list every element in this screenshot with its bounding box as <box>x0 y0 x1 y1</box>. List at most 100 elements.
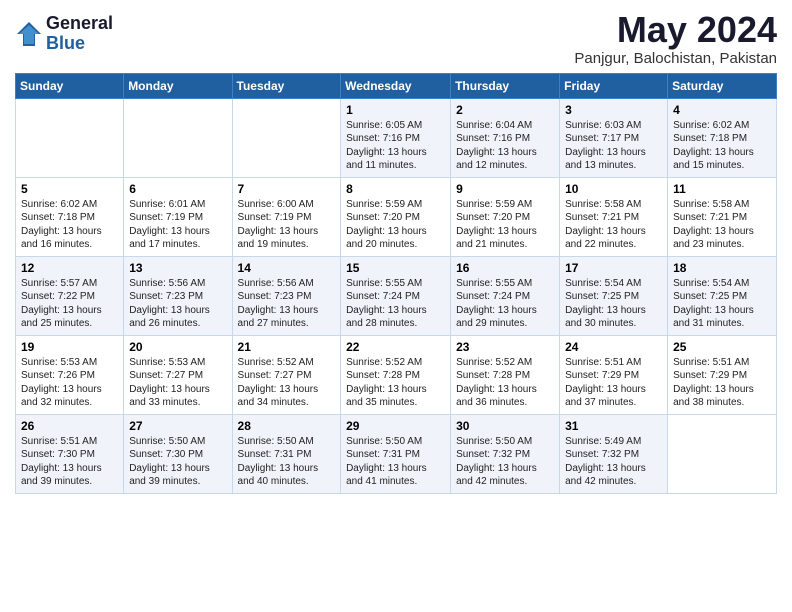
calendar-cell <box>124 98 232 177</box>
day-number: 29 <box>346 419 445 433</box>
calendar-cell: 30 Sunrise: 5:50 AM Sunset: 7:32 PM Dayli… <box>451 414 560 493</box>
calendar-cell: 25Sunrise: 5:51 AM Sunset: 7:29 PM Dayli… <box>668 335 777 414</box>
day-number: 14 <box>238 261 336 275</box>
calendar-cell: 6 Sunrise: 6:01 AM Sunset: 7:19 PM Daylig… <box>124 177 232 256</box>
cell-info: Sunrise: 6:01 AM Sunset: 7:19 PM Dayligh… <box>129 198 226 252</box>
calendar-body: 1Sunrise: 6:05 AM Sunset: 7:16 PM Daylig… <box>16 98 777 493</box>
calendar-cell: 21 Sunrise: 5:52 AM Sunset: 7:27 PM Dayli… <box>232 335 341 414</box>
calendar-cell: 7 Sunrise: 6:00 AM Sunset: 7:19 PM Daylig… <box>232 177 341 256</box>
day-number: 28 <box>238 419 336 433</box>
calendar-cell: 23Sunrise: 5:52 AM Sunset: 7:28 PM Dayli… <box>451 335 560 414</box>
day-number: 26 <box>21 419 118 433</box>
calendar-cell: 28Sunrise: 5:50 AM Sunset: 7:31 PM Dayli… <box>232 414 341 493</box>
cell-info: Sunrise: 5:52 AM Sunset: 7:27 PM Dayligh… <box>238 356 336 410</box>
cell-info: Sunrise: 5:50 AM Sunset: 7:32 PM Dayligh… <box>456 435 554 489</box>
cell-info: Sunrise: 5:56 AM Sunset: 7:23 PM Dayligh… <box>238 277 336 331</box>
month-title: May 2024 <box>574 10 777 50</box>
calendar-cell: 26 Sunrise: 5:51 AM Sunset: 7:30 PM Dayli… <box>16 414 124 493</box>
calendar-cell: 17 Sunrise: 5:54 AM Sunset: 7:25 PM Dayli… <box>560 256 668 335</box>
cell-info: Sunrise: 5:51 AM Sunset: 7:30 PM Dayligh… <box>21 435 118 489</box>
calendar-cell: 10 Sunrise: 5:58 AM Sunset: 7:21 PM Dayli… <box>560 177 668 256</box>
cell-info: Sunrise: 5:54 AM Sunset: 7:25 PM Dayligh… <box>565 277 662 331</box>
day-number: 6 <box>129 182 226 196</box>
day-number: 8 <box>346 182 445 196</box>
calendar-week-row: 26 Sunrise: 5:51 AM Sunset: 7:30 PM Dayli… <box>16 414 777 493</box>
day-number: 13 <box>129 261 226 275</box>
cell-info: Sunrise: 5:52 AM Sunset: 7:28 PM Dayligh… <box>346 356 445 410</box>
calendar-week-row: 19Sunrise: 5:53 AM Sunset: 7:26 PM Dayli… <box>16 335 777 414</box>
day-number: 30 <box>456 419 554 433</box>
calendar-cell <box>232 98 341 177</box>
page-header: General Blue May 2024 Panjgur, Balochist… <box>15 10 777 67</box>
cell-info: Sunrise: 6:00 AM Sunset: 7:19 PM Dayligh… <box>238 198 336 252</box>
cell-info: Sunrise: 5:53 AM Sunset: 7:27 PM Dayligh… <box>129 356 226 410</box>
calendar-cell: 14 Sunrise: 5:56 AM Sunset: 7:23 PM Dayli… <box>232 256 341 335</box>
calendar-cell: 22 Sunrise: 5:52 AM Sunset: 7:28 PM Dayli… <box>341 335 451 414</box>
cell-info: Sunrise: 5:59 AM Sunset: 7:20 PM Dayligh… <box>456 198 554 252</box>
logo-text: General Blue <box>46 14 113 54</box>
weekday-header-sunday: Sunday <box>16 73 124 98</box>
day-number: 20 <box>129 340 226 354</box>
day-number: 19 <box>21 340 118 354</box>
day-number: 21 <box>238 340 336 354</box>
logo-blue: Blue <box>46 34 113 54</box>
cell-info: Sunrise: 6:03 AM Sunset: 7:17 PM Dayligh… <box>565 119 662 173</box>
cell-info: Sunrise: 5:57 AM Sunset: 7:22 PM Dayligh… <box>21 277 118 331</box>
day-number: 4 <box>673 103 771 117</box>
day-number: 22 <box>346 340 445 354</box>
weekday-header-monday: Monday <box>124 73 232 98</box>
day-number: 23 <box>456 340 554 354</box>
cell-info: Sunrise: 6:02 AM Sunset: 7:18 PM Dayligh… <box>673 119 771 173</box>
cell-info: Sunrise: 6:05 AM Sunset: 7:16 PM Dayligh… <box>346 119 445 173</box>
cell-info: Sunrise: 6:02 AM Sunset: 7:18 PM Dayligh… <box>21 198 118 252</box>
calendar-cell: 20 Sunrise: 5:53 AM Sunset: 7:27 PM Dayli… <box>124 335 232 414</box>
calendar-cell: 19Sunrise: 5:53 AM Sunset: 7:26 PM Dayli… <box>16 335 124 414</box>
calendar-week-row: 12 Sunrise: 5:57 AM Sunset: 7:22 PM Dayli… <box>16 256 777 335</box>
calendar-cell: 2 Sunrise: 6:04 AM Sunset: 7:16 PM Daylig… <box>451 98 560 177</box>
logo: General Blue <box>15 14 113 54</box>
calendar-cell <box>668 414 777 493</box>
calendar-table: SundayMondayTuesdayWednesdayThursdayFrid… <box>15 73 777 494</box>
cell-info: Sunrise: 5:51 AM Sunset: 7:29 PM Dayligh… <box>565 356 662 410</box>
cell-info: Sunrise: 5:58 AM Sunset: 7:21 PM Dayligh… <box>565 198 662 252</box>
day-number: 3 <box>565 103 662 117</box>
day-number: 7 <box>238 182 336 196</box>
day-number: 18 <box>673 261 771 275</box>
day-number: 16 <box>456 261 554 275</box>
day-number: 15 <box>346 261 445 275</box>
day-number: 24 <box>565 340 662 354</box>
calendar-cell: 11 Sunrise: 5:58 AM Sunset: 7:21 PM Dayli… <box>668 177 777 256</box>
location: Panjgur, Balochistan, Pakistan <box>574 50 777 67</box>
day-number: 31 <box>565 419 662 433</box>
day-number: 25 <box>673 340 771 354</box>
calendar-cell: 27Sunrise: 5:50 AM Sunset: 7:30 PM Dayli… <box>124 414 232 493</box>
calendar-week-row: 1Sunrise: 6:05 AM Sunset: 7:16 PM Daylig… <box>16 98 777 177</box>
day-number: 11 <box>673 182 771 196</box>
cell-info: Sunrise: 5:58 AM Sunset: 7:21 PM Dayligh… <box>673 198 771 252</box>
day-number: 17 <box>565 261 662 275</box>
logo-icon <box>15 20 43 48</box>
day-number: 2 <box>456 103 554 117</box>
day-number: 12 <box>21 261 118 275</box>
calendar-cell: 5 Sunrise: 6:02 AM Sunset: 7:18 PM Daylig… <box>16 177 124 256</box>
cell-info: Sunrise: 5:59 AM Sunset: 7:20 PM Dayligh… <box>346 198 445 252</box>
calendar-cell <box>16 98 124 177</box>
cell-info: Sunrise: 5:55 AM Sunset: 7:24 PM Dayligh… <box>346 277 445 331</box>
logo-general: General <box>46 14 113 34</box>
calendar-cell: 3 Sunrise: 6:03 AM Sunset: 7:17 PM Daylig… <box>560 98 668 177</box>
calendar-cell: 9 Sunrise: 5:59 AM Sunset: 7:20 PM Daylig… <box>451 177 560 256</box>
calendar-cell: 15 Sunrise: 5:55 AM Sunset: 7:24 PM Dayli… <box>341 256 451 335</box>
cell-info: Sunrise: 6:04 AM Sunset: 7:16 PM Dayligh… <box>456 119 554 173</box>
calendar-cell: 4 Sunrise: 6:02 AM Sunset: 7:18 PM Daylig… <box>668 98 777 177</box>
day-number: 10 <box>565 182 662 196</box>
cell-info: Sunrise: 5:56 AM Sunset: 7:23 PM Dayligh… <box>129 277 226 331</box>
cell-info: Sunrise: 5:50 AM Sunset: 7:31 PM Dayligh… <box>346 435 445 489</box>
calendar-cell: 1Sunrise: 6:05 AM Sunset: 7:16 PM Daylig… <box>341 98 451 177</box>
cell-info: Sunrise: 5:49 AM Sunset: 7:32 PM Dayligh… <box>565 435 662 489</box>
day-number: 9 <box>456 182 554 196</box>
calendar-cell: 24 Sunrise: 5:51 AM Sunset: 7:29 PM Dayli… <box>560 335 668 414</box>
weekday-header-row: SundayMondayTuesdayWednesdayThursdayFrid… <box>16 73 777 98</box>
cell-info: Sunrise: 5:50 AM Sunset: 7:30 PM Dayligh… <box>129 435 226 489</box>
title-block: May 2024 Panjgur, Balochistan, Pakistan <box>574 10 777 67</box>
day-number: 5 <box>21 182 118 196</box>
